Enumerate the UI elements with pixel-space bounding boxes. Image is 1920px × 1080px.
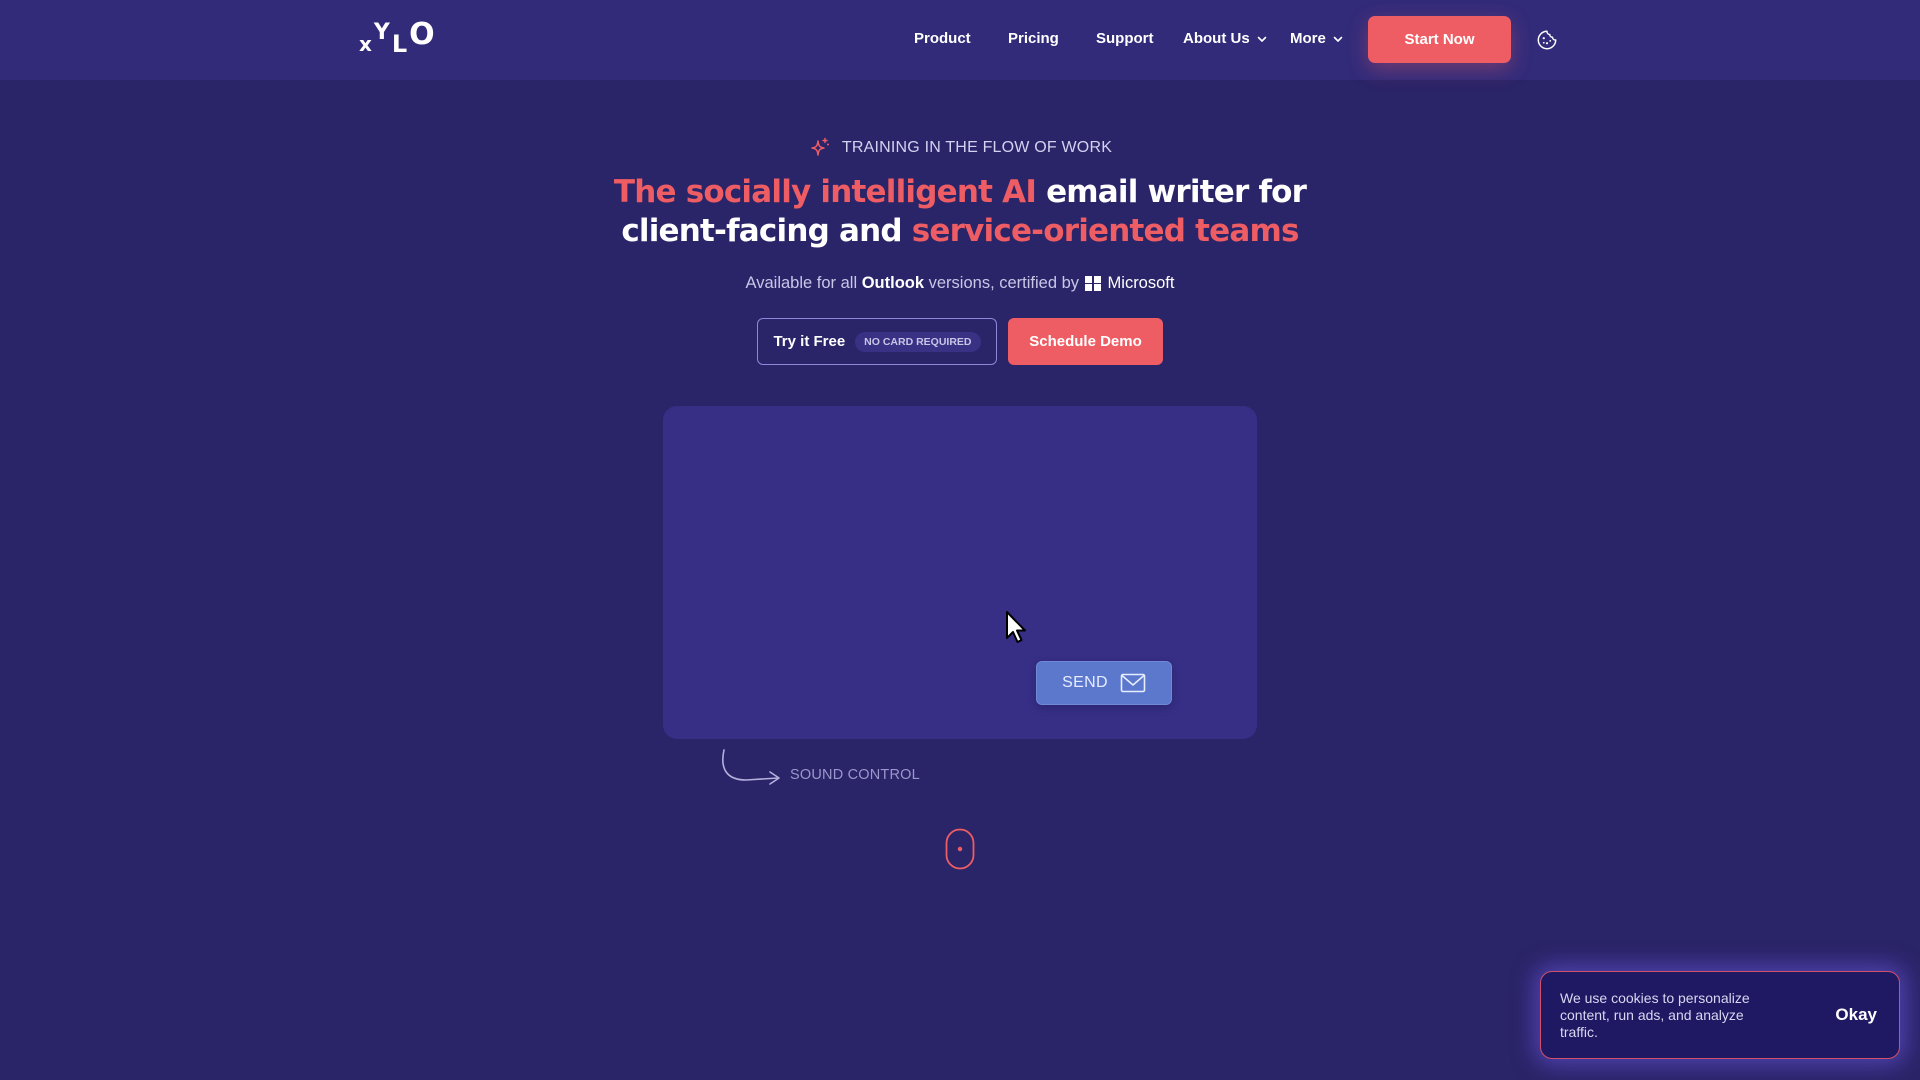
chevron-down-icon bbox=[1333, 36, 1343, 42]
nav-support[interactable]: Support bbox=[1096, 30, 1154, 47]
envelope-icon bbox=[1120, 673, 1146, 693]
headline-accent: service-oriented teams bbox=[911, 213, 1300, 249]
subline-outlook: Outlook bbox=[861, 274, 925, 292]
chevron-down-icon bbox=[1257, 36, 1266, 42]
try-it-free-button[interactable]: Try it Free NO CARD REQUIRED bbox=[757, 318, 997, 365]
sound-control-hint[interactable]: SOUND CONTROL bbox=[720, 748, 920, 788]
try-it-free-label: Try it Free bbox=[773, 333, 846, 350]
headline-text: client-facing and bbox=[621, 213, 912, 249]
headline-text: email writer for bbox=[1036, 174, 1307, 210]
cookie-icon[interactable] bbox=[1536, 29, 1558, 51]
hero-headline: The socially intelligent AI email writer… bbox=[0, 173, 1920, 251]
nav-label: More bbox=[1290, 30, 1326, 47]
site-header: x Y L O Product Pricing Support About Us… bbox=[0, 0, 1920, 80]
send-label: SEND bbox=[1062, 674, 1108, 691]
cookie-consent-banner: We use cookies to personalize content, r… bbox=[1540, 971, 1900, 1059]
nav-label: Product bbox=[914, 30, 971, 47]
nav-label: Support bbox=[1096, 30, 1154, 47]
nav-label: Pricing bbox=[1008, 30, 1059, 47]
sparkle-icon bbox=[811, 137, 829, 156]
main-nav: Product Pricing Support About Us More bbox=[0, 0, 1920, 80]
microsoft-label: Microsoft bbox=[1107, 274, 1175, 292]
demo-video-card[interactable]: SEND bbox=[663, 406, 1257, 739]
eyebrow-text: TRAINING IN THE FLOW OF WORK bbox=[841, 139, 1113, 156]
send-button[interactable]: SEND bbox=[1036, 661, 1172, 705]
nav-about-us[interactable]: About Us bbox=[1183, 30, 1268, 47]
headline-accent: The socially intelligent AI bbox=[613, 174, 1037, 210]
microsoft-brand: Microsoft bbox=[1085, 274, 1174, 293]
subline-text: versions, certified by bbox=[924, 274, 1080, 292]
mouse-cursor-icon bbox=[1006, 611, 1026, 643]
nav-pricing[interactable]: Pricing bbox=[1008, 30, 1059, 47]
nav-label: About Us bbox=[1183, 30, 1250, 47]
cookie-message: We use cookies to personalize content, r… bbox=[1560, 989, 1750, 1040]
schedule-demo-button[interactable]: Schedule Demo bbox=[1008, 318, 1163, 365]
nav-more[interactable]: More bbox=[1290, 30, 1344, 47]
subline-text: Available for all bbox=[745, 274, 862, 292]
eyebrow: TRAINING IN THE FLOW OF WORK bbox=[0, 136, 1920, 160]
mouse-scroll-icon[interactable] bbox=[945, 828, 975, 870]
curved-arrow-icon bbox=[722, 749, 780, 785]
start-now-button[interactable]: Start Now bbox=[1368, 16, 1511, 63]
no-card-required-badge: NO CARD REQUIRED bbox=[855, 331, 981, 352]
cookie-okay-button[interactable]: Okay bbox=[1835, 1005, 1877, 1025]
windows-logo-icon bbox=[1085, 275, 1101, 292]
hero-subline: Available for all Outlook versions, cert… bbox=[0, 274, 1920, 293]
nav-product[interactable]: Product bbox=[914, 30, 971, 47]
sound-control-label: SOUND CONTROL bbox=[790, 767, 920, 783]
